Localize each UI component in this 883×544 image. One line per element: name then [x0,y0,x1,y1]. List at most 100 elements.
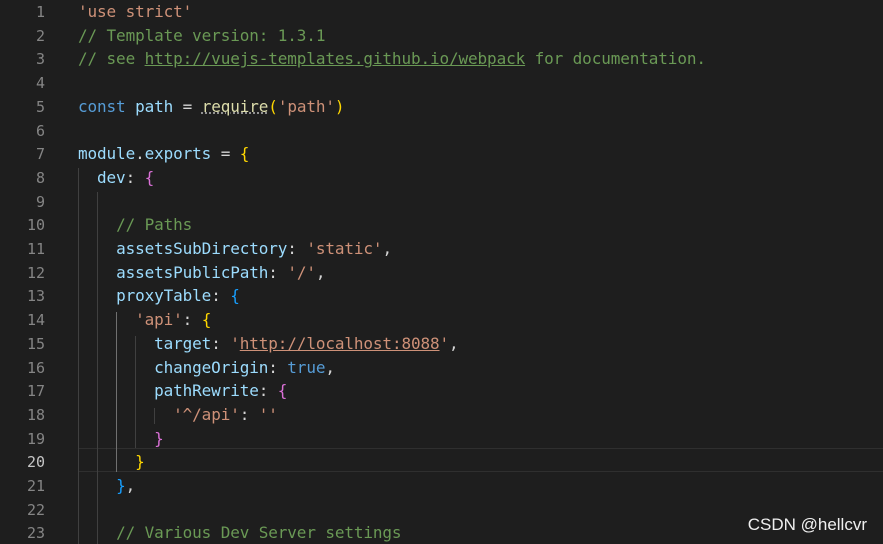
code-line[interactable]: 16 changeOrigin: true, [0,356,883,380]
code-token: ( [268,96,278,116]
code-text[interactable]: const path = require('path') [78,95,345,119]
code-token: : [239,404,259,424]
line-number: 4 [35,74,45,93]
line-number: 5 [35,97,45,116]
code-text[interactable]: }, [78,474,135,498]
code-token: { [201,310,212,330]
code-text[interactable]: dev: { [78,166,154,190]
code-token: : [268,357,288,377]
code-token: // see [78,49,145,69]
code-token: require [201,96,269,116]
line-number: 6 [35,121,45,140]
code-text[interactable]: 'api': { [78,308,211,332]
line-number: 19 [26,429,45,448]
code-editor[interactable]: 1 'use strict' 2 // Template version: 1.3.1… [0,0,883,544]
code-text[interactable]: // Paths [78,213,192,237]
code-text[interactable]: changeOrigin: true, [78,356,335,380]
code-line[interactable]: 3 // see http://vuejs-templates.github.io… [0,47,883,71]
code-text[interactable]: 'use strict' [78,0,192,24]
code-token: : [125,167,145,187]
code-line[interactable]: 8 dev: { [0,166,883,190]
code-line[interactable]: 9 [0,190,883,214]
code-line[interactable]: 2 // Template version: 1.3.1 [0,24,883,48]
code-token: ' [439,333,450,353]
code-line[interactable]: 10 // Paths [0,213,883,237]
line-number: 13 [26,287,45,306]
code-text[interactable]: } [78,427,164,451]
line-number: 11 [26,240,45,258]
code-line[interactable]: 19 } [0,427,883,451]
code-token: module [78,144,136,164]
line-number: 16 [26,358,45,377]
code-line[interactable]: 4 [0,71,883,95]
code-token: // Paths [116,215,193,235]
code-line[interactable]: 7 module.exports = { [0,142,883,166]
code-text[interactable]: assetsSubDirectory: 'static', [78,237,392,261]
code-token: target [154,333,212,353]
code-text[interactable]: // see http://vuejs-templates.github.io/… [78,47,706,71]
code-token: } [116,476,126,495]
code-token: 'path' [277,96,335,116]
code-token: changeOrigin [154,357,269,377]
code-text[interactable]: '^/api': '' [78,403,278,427]
code-line[interactable]: 15 target: 'http://localhost:8088', [0,332,883,356]
code-text[interactable]: target: 'http://localhost:8088', [78,332,459,356]
code-line[interactable]: 13 proxyTable: { [0,284,883,308]
code-line[interactable]: 14 'api': { [0,308,883,332]
code-text[interactable]: proxyTable: { [78,284,240,308]
code-line[interactable]: 5 const path = require('path') [0,95,883,119]
code-text[interactable]: assetsPublicPath: '/', [78,261,325,285]
code-token: = [173,96,202,116]
code-line[interactable]: 18 '^/api': '' [0,403,883,427]
code-token: proxyTable [116,286,212,306]
code-text[interactable]: module.exports = { [78,142,249,166]
code-line[interactable]: 20 } [0,450,883,474]
code-text[interactable]: // Template version: 1.3.1 [78,24,325,48]
code-token: 'static' [306,239,383,258]
code-token: } [135,452,145,472]
code-text[interactable]: // Various Dev Server settings [78,521,402,544]
code-token: , [449,333,459,353]
code-token: , [315,262,326,282]
code-token: pathRewrite [154,381,259,401]
code-line[interactable]: 17 pathRewrite: { [0,379,883,403]
code-line[interactable]: 12 assetsPublicPath: '/', [0,261,883,285]
code-token: 'use strict' [78,2,193,21]
line-number: 12 [26,263,45,282]
code-token: : [258,381,278,401]
code-token: ' [230,333,240,353]
code-line[interactable]: 21 }, [0,474,883,498]
code-token: , [325,357,335,377]
code-token: ) [334,96,345,116]
code-token: http://vuejs-templates.github.io/webpack [144,49,526,69]
code-token: const [78,96,126,116]
code-token: path [135,96,174,116]
code-token: '^/api' [173,404,240,424]
code-token: // Template version: 1.3.1 [78,25,326,45]
code-token: // Various Dev Server settings [116,523,402,543]
code-line[interactable]: 11 assetsSubDirectory: 'static', [0,237,883,261]
code-token: : [211,333,231,353]
code-token: dev [97,167,126,187]
code-line[interactable]: 1 'use strict' [0,0,883,24]
code-token: : [211,286,231,306]
code-line[interactable]: 6 [0,119,883,143]
code-token: assetsPublicPath [116,262,269,282]
code-text[interactable]: } [78,450,145,474]
code-token: assetsSubDirectory [116,239,288,258]
code-token: { [230,286,240,306]
code-token: : [182,310,202,330]
code-token: = [211,144,240,164]
code-text[interactable]: pathRewrite: { [78,379,287,403]
